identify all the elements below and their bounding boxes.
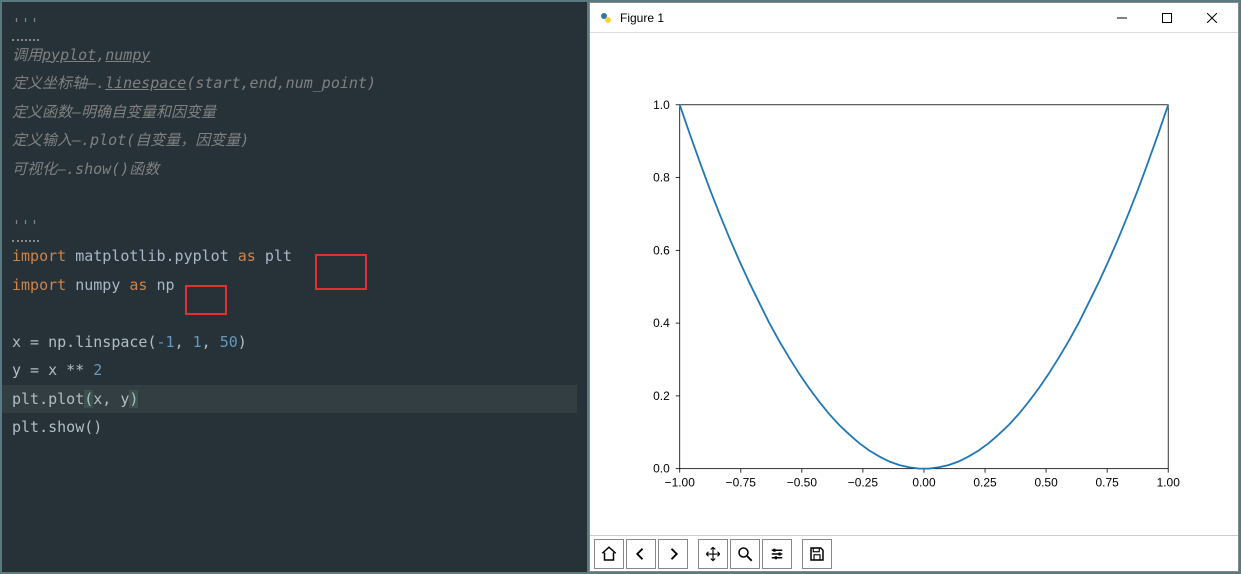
svg-text:0.2: 0.2 [653, 389, 670, 403]
save-button[interactable] [802, 539, 832, 569]
svg-text:0.75: 0.75 [1096, 476, 1120, 490]
svg-text:−0.75: −0.75 [726, 476, 757, 490]
forward-button[interactable] [658, 539, 688, 569]
close-button[interactable] [1189, 3, 1234, 33]
code-line-y: y = x ** 2 [12, 356, 577, 385]
app-icon [598, 10, 614, 26]
home-button[interactable] [594, 539, 624, 569]
svg-text:0.25: 0.25 [973, 476, 997, 490]
svg-text:1.0: 1.0 [653, 98, 670, 112]
plot-toolbar [590, 535, 1238, 571]
comment-line-1: 调用pyplot,numpy [12, 46, 150, 64]
code-line-show: plt.show() [12, 413, 577, 442]
pan-button[interactable] [698, 539, 728, 569]
code-line-plot: plt.plot(x, y) [2, 385, 577, 414]
comment-line-5: 可视化—.show()函数 [12, 160, 159, 178]
import-line-1: import matplotlib.pyplot as plt [12, 242, 577, 271]
plot-canvas[interactable]: −1.00−0.75−0.50−0.250.000.250.500.751.00… [590, 33, 1238, 535]
svg-text:−0.25: −0.25 [848, 476, 879, 490]
chart-svg: −1.00−0.75−0.50−0.250.000.250.500.751.00… [590, 33, 1238, 535]
back-button[interactable] [626, 539, 656, 569]
docstring-open: ''' [12, 10, 39, 41]
svg-text:1.00: 1.00 [1157, 476, 1181, 490]
comment-line-3: 定义函数—明确自变量和因变量 [12, 103, 216, 121]
import-line-2: import numpy as np [12, 271, 577, 300]
titlebar[interactable]: Figure 1 [590, 3, 1238, 33]
svg-text:0.00: 0.00 [912, 476, 936, 490]
svg-text:−1.00: −1.00 [665, 476, 696, 490]
svg-text:−0.50: −0.50 [787, 476, 818, 490]
code-line-linspace: x = np.linspace(-1, 1, 50) [12, 328, 577, 357]
comment-line-4: 定义输入—.plot(自变量，因变量) [12, 131, 249, 149]
comment-line-2: 定义坐标轴—.linespace(start,end,num_point) [12, 74, 376, 92]
zoom-button[interactable] [730, 539, 760, 569]
figure-window: Figure 1 −1.00 −0.75 −0.50 −0.25 0.00 0.25 0.5… [589, 2, 1239, 572]
minimize-button[interactable] [1099, 3, 1144, 33]
configure-subplots-button[interactable] [762, 539, 792, 569]
code-editor[interactable]: ''' 调用pyplot,numpy 定义坐标轴—.linespace(star… [2, 2, 589, 572]
svg-text:0.4: 0.4 [653, 316, 670, 330]
svg-text:0.8: 0.8 [653, 171, 670, 185]
window-title: Figure 1 [620, 11, 1099, 25]
docstring-close: ''' [12, 212, 39, 243]
svg-text:0.0: 0.0 [653, 462, 670, 476]
maximize-button[interactable] [1144, 3, 1189, 33]
svg-text:0.6: 0.6 [653, 243, 670, 257]
svg-text:0.50: 0.50 [1034, 476, 1058, 490]
